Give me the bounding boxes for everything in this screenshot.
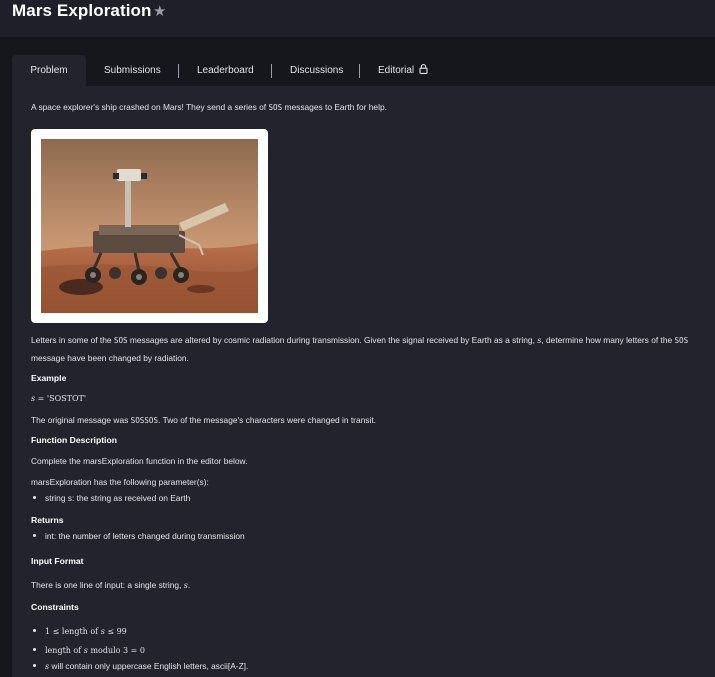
tab-label: Editorial bbox=[378, 65, 415, 76]
example-heading: Example bbox=[31, 373, 67, 383]
description-line-1: Letters in some of the SOS messages are … bbox=[31, 335, 688, 345]
example-equation: s = 'SOSTOT' bbox=[31, 393, 86, 403]
list-item-text: int: the number of letters changed durin… bbox=[45, 531, 245, 541]
page: Mars Exploration ★ Problem Submissions L… bbox=[0, 0, 715, 677]
tab-bar: Problem Submissions Leaderboard Discussi… bbox=[0, 55, 715, 86]
description-line-2: message have been changed by radiation. bbox=[31, 353, 189, 363]
tab-leaderboard[interactable]: Leaderboard bbox=[197, 55, 254, 86]
tab-label: Problem bbox=[30, 65, 68, 76]
text-segment: A space explorer's ship crashed on Mars!… bbox=[31, 102, 269, 112]
list-item-text: will contain only uppercase English lett… bbox=[49, 661, 249, 671]
list-item-text: string s: the string as received on Eart… bbox=[45, 493, 191, 503]
inline-code: SOS bbox=[113, 336, 128, 345]
tab-label: Discussions bbox=[290, 65, 344, 76]
function-description-heading: Function Description bbox=[31, 435, 117, 445]
tab-label: Leaderboard bbox=[197, 65, 254, 76]
text-segment: messages to Earth for help. bbox=[282, 102, 387, 112]
text-segment: . Two of the message's characters were c… bbox=[158, 415, 376, 425]
mars-rover-illustration bbox=[41, 139, 258, 313]
text-segment: , determine how many letters of the bbox=[541, 335, 675, 345]
bullet-icon bbox=[33, 664, 36, 667]
text-segment: . bbox=[187, 580, 191, 590]
inline-code: SOS bbox=[674, 336, 689, 345]
bullet-icon bbox=[33, 534, 36, 537]
text-segment: messages are altered by cosmic radiation… bbox=[127, 335, 538, 345]
constraint-item: length of s modulo 3 = 0 bbox=[33, 645, 145, 655]
math-expression: modulo 3 = 0 bbox=[87, 646, 146, 655]
constraint-item: 1 ≤ length of s ≤ 99 bbox=[33, 626, 127, 636]
rover-image bbox=[31, 129, 268, 323]
page-header: Mars Exploration ★ bbox=[0, 0, 715, 24]
function-description-text: Complete the marsExploration function in… bbox=[31, 456, 248, 466]
tab-label: Submissions bbox=[104, 65, 161, 76]
page-title: Mars Exploration bbox=[12, 1, 152, 20]
inline-code: SOSSOS bbox=[130, 416, 159, 425]
bullet-icon bbox=[33, 648, 36, 651]
math-expression: length of bbox=[45, 646, 84, 655]
text-segment: Letters in some of the bbox=[31, 335, 114, 345]
tab-submissions[interactable]: Submissions bbox=[104, 55, 161, 86]
tab-divider bbox=[178, 64, 179, 78]
math-expression: ≤ 99 bbox=[104, 627, 127, 636]
constraints-heading: Constraints bbox=[31, 602, 79, 612]
lock-icon bbox=[419, 64, 428, 74]
input-format-text: There is one line of input: a single str… bbox=[31, 580, 190, 590]
tab-editorial[interactable]: Editorial bbox=[378, 55, 428, 86]
tab-problem[interactable]: Problem bbox=[12, 55, 86, 86]
list-item: int: the number of letters changed durin… bbox=[33, 531, 245, 541]
returns-heading: Returns bbox=[31, 515, 64, 525]
star-icon[interactable]: ★ bbox=[153, 2, 166, 20]
math-expression: 1 ≤ length of bbox=[45, 627, 101, 636]
tab-divider bbox=[359, 64, 360, 78]
constraint-item: s will contain only uppercase English le… bbox=[33, 661, 248, 671]
bullet-icon bbox=[33, 629, 36, 632]
intro-text: A space explorer's ship crashed on Mars!… bbox=[31, 102, 387, 112]
tab-discussions[interactable]: Discussions bbox=[290, 55, 343, 86]
text-segment: The original message was bbox=[31, 415, 131, 425]
input-format-heading: Input Format bbox=[31, 556, 84, 566]
tab-divider bbox=[271, 64, 272, 78]
math-expression: = 'SOSTOT' bbox=[35, 394, 87, 403]
text-segment: There is one line of input: a single str… bbox=[31, 580, 184, 590]
list-item: string s: the string as received on Eart… bbox=[33, 493, 190, 503]
inline-code: SOS bbox=[268, 103, 283, 112]
parameters-text: marsExploration has the following parame… bbox=[31, 477, 209, 487]
problem-statement: A space explorer's ship crashed on Mars!… bbox=[12, 86, 715, 677]
bullet-icon bbox=[33, 496, 36, 499]
example-explanation: The original message was SOSSOS. Two of … bbox=[31, 415, 376, 425]
